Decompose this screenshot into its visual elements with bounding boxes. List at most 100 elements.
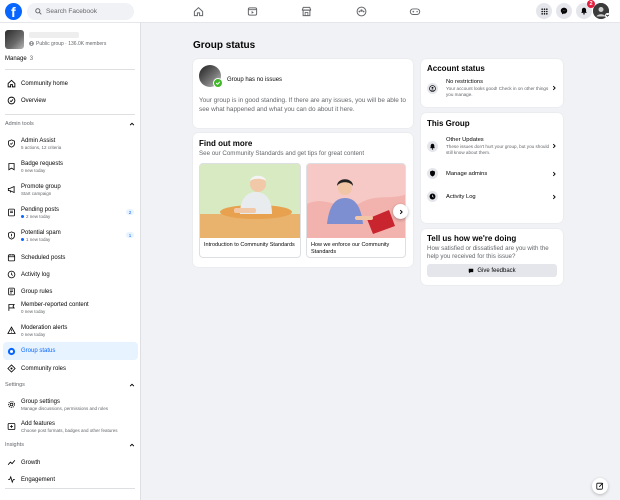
features-icon bbox=[7, 423, 15, 430]
account-status-item-title: No restrictions bbox=[446, 79, 484, 85]
sidebar-item-scheduled-posts[interactable]: Scheduled posts bbox=[3, 250, 138, 265]
group-status-card: Group has no issues Your group is in goo… bbox=[193, 59, 413, 128]
settings-header[interactable]: Settings bbox=[5, 382, 135, 388]
insights-label: Insights bbox=[5, 442, 24, 448]
this-group-card: This Group Other Updates These issues don… bbox=[421, 113, 563, 223]
check-badge-icon bbox=[213, 78, 223, 88]
settings-label: Settings bbox=[5, 382, 25, 388]
menu-button[interactable] bbox=[536, 3, 552, 19]
sidebar-item-moderation-alerts[interactable]: Moderation alerts 0 new today bbox=[3, 321, 138, 340]
chevron-up-icon bbox=[129, 443, 135, 447]
article-illustration bbox=[307, 164, 405, 238]
home-icon bbox=[7, 79, 15, 88]
top-navigation-bar: f 2 bbox=[0, 0, 620, 23]
pending-posts-count: 2 bbox=[126, 209, 134, 215]
sidebar-item-member-reported-content[interactable]: Member-reported content 0 new today bbox=[3, 298, 138, 317]
compose-button[interactable] bbox=[592, 478, 608, 494]
search-box[interactable] bbox=[27, 3, 134, 20]
video-tab[interactable] bbox=[242, 3, 262, 20]
other-updates-title: Other Updates bbox=[446, 137, 484, 143]
article-card[interactable]: How we enforce our Community Standards bbox=[306, 163, 406, 258]
account-status-item-sub: Your account looks good! Check in on oth… bbox=[446, 86, 549, 97]
calendar-icon bbox=[7, 253, 15, 262]
gear-icon bbox=[7, 401, 15, 408]
home-icon bbox=[193, 6, 203, 17]
article-caption: Introduction to Community Standards bbox=[204, 242, 295, 248]
article-illustration bbox=[200, 164, 300, 238]
sidebar-item-group-status[interactable]: Group status bbox=[3, 342, 138, 360]
sidebar-item-label: Community roles bbox=[21, 365, 67, 372]
other-updates-row[interactable]: Other Updates These issues don't hurt you… bbox=[427, 137, 557, 155]
manage-admins-row[interactable]: Manage admins bbox=[427, 168, 557, 179]
account-chevron-down-icon[interactable] bbox=[605, 13, 610, 18]
activity-log-row[interactable]: Activity Log bbox=[427, 191, 557, 202]
sidebar-item-label: Overview bbox=[21, 97, 47, 104]
sidebar-item-group-rules[interactable]: Group rules bbox=[3, 284, 138, 299]
sidebar-item-subtext: Start campaign bbox=[21, 190, 52, 196]
chevron-right-icon bbox=[552, 194, 556, 199]
sidebar-item-promote-group[interactable]: Promote group Start campaign bbox=[3, 180, 138, 199]
marketplace-tab[interactable] bbox=[296, 3, 316, 20]
pending-posts-icon bbox=[7, 208, 15, 217]
find-out-more-card: Find out more See our Community Standard… bbox=[193, 133, 413, 267]
messenger-icon bbox=[560, 7, 568, 15]
chevron-right-icon bbox=[552, 144, 556, 149]
group-cover-thumbnail bbox=[5, 29, 24, 49]
sidebar-item-label: Scheduled posts bbox=[21, 254, 66, 261]
sidebar-item-badge-requests[interactable]: Badge requests 0 new today bbox=[3, 157, 138, 176]
overview-icon bbox=[7, 96, 15, 105]
home-tab[interactable] bbox=[188, 3, 208, 20]
sidebar-item-label: Pending posts bbox=[21, 206, 60, 213]
new-indicator-dot bbox=[21, 214, 24, 218]
group-meta: Public group · 136.0K members bbox=[36, 40, 107, 47]
sidebar-item-pending-posts[interactable]: Pending posts 2 new today 2 bbox=[3, 203, 138, 222]
growth-icon bbox=[7, 459, 15, 466]
sidebar-item-subtext: 0 new today bbox=[21, 308, 46, 314]
article-card[interactable]: Introduction to Community Standards bbox=[199, 163, 301, 258]
sidebar-item-label: Community home bbox=[21, 80, 69, 87]
sidebar-item-admin-assist[interactable]: Admin Assist 5 actions, 12 criteria bbox=[3, 134, 138, 153]
notifications-button[interactable]: 2 bbox=[576, 0, 595, 19]
sidebar-item-engagement[interactable]: Engagement bbox=[3, 472, 138, 487]
compose-icon bbox=[596, 482, 604, 490]
potential-spam-count: 1 bbox=[126, 232, 134, 238]
sidebar-item-group-settings[interactable]: Group settings Manage discussions, permis… bbox=[3, 395, 138, 414]
new-indicator-dot bbox=[21, 237, 24, 241]
sidebar-item-label: Member-reported content bbox=[21, 301, 89, 308]
insights-header[interactable]: Insights bbox=[5, 442, 135, 448]
gaming-tab[interactable] bbox=[405, 3, 425, 20]
admin-tools-header[interactable]: Admin tools bbox=[5, 121, 135, 127]
spam-icon bbox=[7, 231, 15, 240]
messenger-button[interactable] bbox=[556, 3, 572, 19]
sidebar-item-subtext: Manage discussions, permissions and role… bbox=[21, 405, 109, 411]
group-header[interactable]: Public group · 136.0K members bbox=[5, 28, 137, 50]
groups-tab[interactable] bbox=[351, 3, 371, 20]
carousel-next-button[interactable] bbox=[393, 204, 408, 219]
group-name-redacted bbox=[29, 31, 79, 38]
sidebar-item-subtext: 5 actions, 12 criteria bbox=[21, 144, 62, 150]
sidebar-item-subtext: 1 new today bbox=[26, 236, 51, 242]
sidebar-item-label: Group status bbox=[21, 348, 56, 354]
badge-icon bbox=[7, 163, 15, 171]
sidebar-item-activity-log[interactable]: Activity log bbox=[3, 267, 138, 282]
admin-sidebar: Public group · 136.0K members Manage 3 C… bbox=[0, 23, 141, 500]
video-icon bbox=[247, 7, 257, 16]
sidebar-item-overview[interactable]: Overview bbox=[3, 93, 138, 108]
sidebar-item-potential-spam[interactable]: Potential spam 1 new today 1 bbox=[3, 226, 138, 245]
status-icon bbox=[7, 347, 15, 355]
facebook-logo[interactable]: f bbox=[5, 3, 22, 20]
sidebar-item-community-roles[interactable]: Community roles bbox=[3, 361, 138, 376]
feedback-subtitle: How satisfied or dissatisfied are you wi… bbox=[427, 245, 549, 261]
sidebar-item-community-home[interactable]: Community home bbox=[3, 76, 138, 91]
admin-tools-label: Admin tools bbox=[5, 121, 34, 127]
shield-icon bbox=[430, 170, 435, 177]
search-input[interactable] bbox=[46, 8, 126, 15]
manage-count: 3 bbox=[29, 56, 34, 62]
feedback-title: Tell us how we're doing bbox=[427, 234, 517, 243]
sidebar-item-add-features[interactable]: Add features Choose post formats, badges … bbox=[3, 417, 138, 436]
sidebar-item-subtext: 2 new today bbox=[26, 213, 51, 219]
sidebar-item-growth[interactable]: Growth bbox=[3, 455, 138, 470]
account-status-row[interactable]: No restrictions Your account looks good! … bbox=[427, 79, 557, 97]
article-caption: How we enforce our Community Standards bbox=[311, 242, 390, 256]
give-feedback-button[interactable]: Give feedback bbox=[427, 264, 557, 277]
